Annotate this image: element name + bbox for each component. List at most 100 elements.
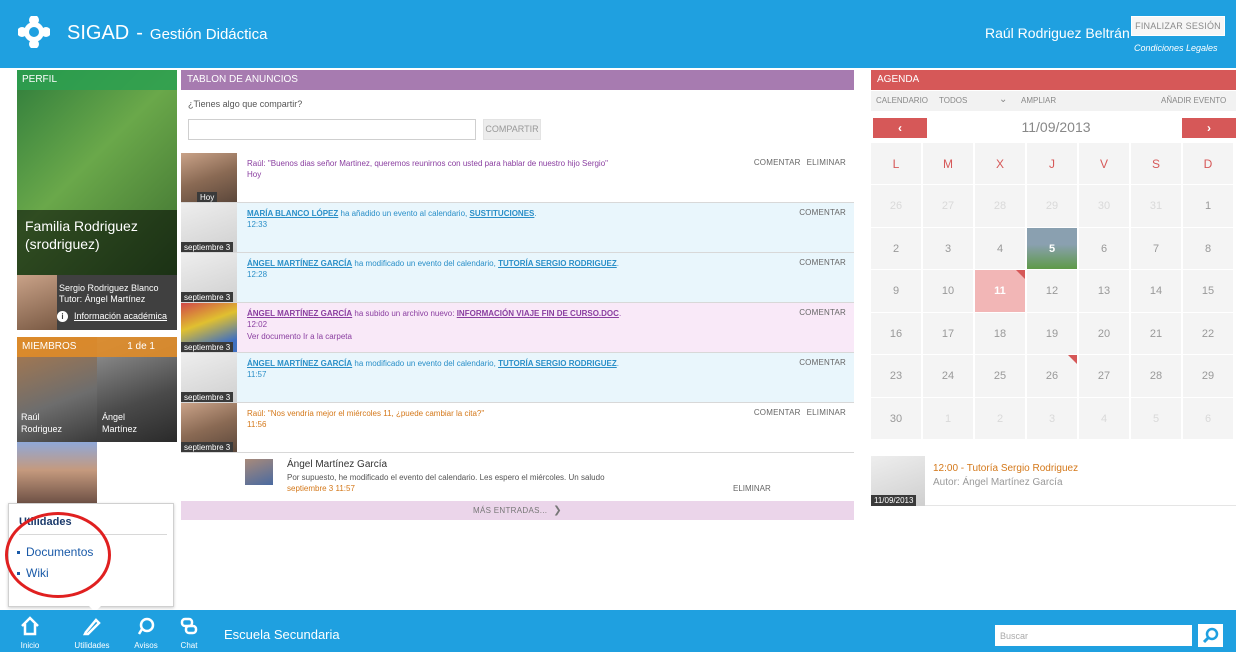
post-thumbnail: septiembre 3	[181, 403, 237, 452]
month-navigator: ‹ 11/09/2013 ›	[871, 118, 1236, 140]
add-event-button[interactable]: AÑADIR EVENTO	[1161, 96, 1226, 105]
reply-item: Ángel Martínez García Por supuesto, he m…	[181, 453, 854, 501]
calendar-day[interactable]: 20	[1079, 312, 1130, 355]
calendar-day[interactable]: 14	[1131, 270, 1182, 313]
post-actor-link[interactable]: MARÍA BLANCO LÓPEZ	[247, 209, 338, 218]
student-card[interactable]: Sergio Rodriguez Blanco Tutor: Ángel Mar…	[17, 275, 177, 330]
previous-month-button[interactable]: ‹	[873, 118, 927, 138]
calendar-day[interactable]: 1	[1183, 185, 1234, 228]
calendar-day[interactable]: 30	[1079, 185, 1130, 228]
nav-utilities[interactable]: Utilidades	[67, 610, 117, 652]
post-text: MARÍA BLANCO LÓPEZ ha añadido un evento …	[247, 208, 537, 219]
search-input[interactable]	[995, 625, 1192, 646]
member-first-name: Ángel	[102, 412, 126, 422]
info-icon: i	[57, 311, 68, 322]
comment-button[interactable]: COMENTAR	[799, 308, 846, 317]
search-button[interactable]	[1198, 624, 1223, 647]
reply-delete-button[interactable]: ELIMINAR	[733, 484, 771, 493]
members-title: MIEMBROS	[22, 341, 77, 352]
filter-select[interactable]: TODOS	[939, 96, 967, 105]
comment-button[interactable]: COMENTAR	[799, 258, 846, 267]
post-actor-link[interactable]: ÁNGEL MARTÍNEZ GARCÍA	[247, 309, 352, 318]
post-thumbnail: septiembre 3	[181, 303, 237, 352]
post-time: 11:57	[247, 370, 267, 379]
calendar-day[interactable]: 6	[1183, 397, 1234, 440]
post-text: Raúl: "Nos vendría mejor el miércoles 11…	[247, 409, 485, 418]
calendar-day[interactable]: 15	[1183, 270, 1234, 313]
weekday-header: M	[923, 143, 974, 185]
academic-info-link[interactable]: i Información académica	[57, 311, 167, 322]
calendar-grid: L M X J V S D 26 27 28 29 30 31 1 2 3 4 5 6 7 8 9 10 11 12 13 14 15…	[871, 143, 1236, 443]
student-avatar	[17, 275, 57, 330]
calendar-day[interactable]: 10	[923, 270, 974, 313]
calendar-day[interactable]: 29	[1183, 355, 1234, 398]
view-document-link[interactable]: Ver documento	[247, 332, 301, 341]
calendar-day[interactable]: 28	[975, 185, 1026, 228]
calendar-day[interactable]: 18	[975, 312, 1026, 355]
calendar-day[interactable]: 23	[871, 355, 922, 398]
post-object-link[interactable]: INFORMACIÓN VIAJE FIN DE CURSO.DOC	[457, 309, 619, 318]
calendar-day[interactable]: 22	[1183, 312, 1234, 355]
calendar-day[interactable]: 3	[1027, 397, 1078, 440]
calendar-day[interactable]: 27	[1079, 355, 1130, 398]
calendar-day[interactable]: 2	[975, 397, 1026, 440]
calendar-day[interactable]: 24	[923, 355, 974, 398]
calendar-day[interactable]: 3	[923, 227, 974, 270]
comment-button[interactable]: COMENTAR	[799, 208, 846, 217]
calendar-day[interactable]: 28	[1131, 355, 1182, 398]
user-name[interactable]: Raúl Rodriguez Beltrán	[985, 25, 1130, 41]
calendar-day[interactable]: 5	[1027, 227, 1078, 270]
comment-button[interactable]: COMENTAR	[799, 358, 846, 367]
calendar-day[interactable]: 4	[1079, 397, 1130, 440]
legal-link[interactable]: Condiciones Legales	[1134, 43, 1218, 53]
calendar-day[interactable]: 13	[1079, 270, 1130, 313]
post-thumbnail: septiembre 3	[181, 203, 237, 252]
next-month-button[interactable]: ›	[1182, 118, 1236, 138]
calendar-day[interactable]: 26	[871, 185, 922, 228]
post-actor-link[interactable]: ÁNGEL MARTÍNEZ GARCÍA	[247, 359, 352, 368]
calendar-day[interactable]: 5	[1131, 397, 1182, 440]
delete-button[interactable]: ELIMINAR	[807, 158, 846, 167]
calendar-day[interactable]: 4	[975, 227, 1026, 270]
post-actor-link[interactable]: ÁNGEL MARTÍNEZ GARCÍA	[247, 259, 352, 268]
calendar-day[interactable]: 21	[1131, 312, 1182, 355]
post-object-link[interactable]: TUTORÍA SERGIO RODRIGUEZ	[498, 359, 617, 368]
calendar-day[interactable]: 29	[1027, 185, 1078, 228]
delete-button[interactable]: ELIMINAR	[807, 408, 846, 417]
logout-button[interactable]: FINALIZAR SESIÓN	[1131, 16, 1225, 36]
member-photo-woman[interactable]	[17, 442, 97, 504]
calendar-day[interactable]: 12	[1027, 270, 1078, 313]
comment-button[interactable]: COMENTAR	[754, 158, 801, 167]
expand-button[interactable]: AMPLIAR	[1021, 96, 1056, 105]
calendar-day[interactable]: 25	[975, 355, 1026, 398]
calendar-day[interactable]: 31	[1131, 185, 1182, 228]
nav-chat[interactable]: Chat	[164, 610, 214, 652]
share-input[interactable]	[188, 119, 476, 140]
calendar-day[interactable]: 2	[871, 227, 922, 270]
agenda-event[interactable]: 11/09/2013 12:00 - Tutoría Sergio Rodrig…	[871, 456, 1236, 506]
post-actions: COMENTAR	[793, 258, 846, 267]
chevron-down-icon[interactable]: ⌄	[999, 94, 1007, 105]
calendar-day[interactable]: 8	[1183, 227, 1234, 270]
share-button[interactable]: COMPARTIR	[483, 119, 541, 140]
comment-button[interactable]: COMENTAR	[754, 408, 801, 417]
nav-home[interactable]: Inicio	[5, 610, 55, 652]
calendar-view-button[interactable]: CALENDARIO	[876, 96, 928, 105]
calendar-day[interactable]: 30	[871, 397, 922, 440]
post-object-link[interactable]: SUSTITUCIONES	[469, 209, 534, 218]
calendar-day[interactable]: 7	[1131, 227, 1182, 270]
weekday-header: V	[1079, 143, 1130, 185]
calendar-day[interactable]: 17	[923, 312, 974, 355]
calendar-day[interactable]: 19	[1027, 312, 1078, 355]
post-object-link[interactable]: TUTORÍA SERGIO RODRIGUEZ	[498, 259, 617, 268]
calendar-day[interactable]: 9	[871, 270, 922, 313]
calendar-day[interactable]: 16	[871, 312, 922, 355]
more-entries-button[interactable]: MÁS ENTRADAS... ❯	[181, 501, 854, 520]
go-to-folder-link[interactable]: Ir a la carpeta	[303, 332, 352, 341]
calendar-day[interactable]: 26	[1027, 355, 1078, 398]
calendar-day[interactable]: 27	[923, 185, 974, 228]
post-item: septiembre 3 ÁNGEL MARTÍNEZ GARCÍA ha su…	[181, 303, 854, 353]
calendar-day[interactable]: 1	[923, 397, 974, 440]
calendar-day[interactable]: 11	[975, 270, 1026, 313]
calendar-day[interactable]: 6	[1079, 227, 1130, 270]
